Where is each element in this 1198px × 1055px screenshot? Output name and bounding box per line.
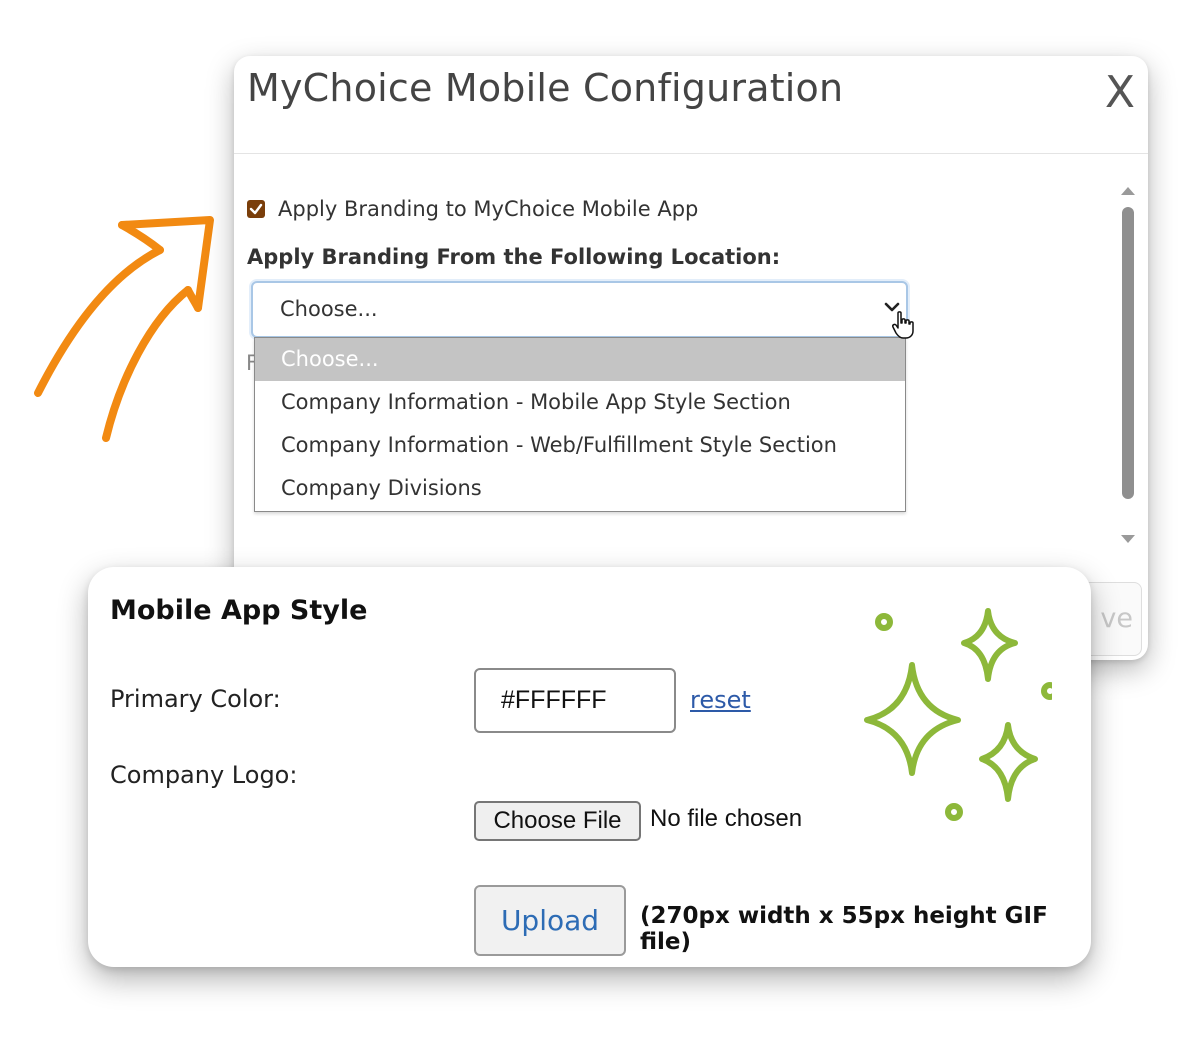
file-status: No file chosen — [650, 805, 803, 832]
scroll-up-icon[interactable] — [1121, 187, 1135, 195]
dropdown-option-divisions[interactable]: Company Divisions — [255, 467, 905, 510]
dropdown-option-web-style[interactable]: Company Information - Web/Fulfillment St… — [255, 424, 905, 467]
location-label: Apply Branding From the Following Locati… — [247, 245, 781, 269]
apply-branding-label: Apply Branding to MyChoice Mobile App — [278, 197, 699, 221]
reset-link[interactable]: reset — [690, 686, 751, 714]
modal-divider — [234, 153, 1148, 154]
check-icon — [249, 203, 263, 215]
scroll-down-icon[interactable] — [1121, 535, 1135, 543]
company-logo-label: Company Logo: — [110, 761, 298, 789]
choose-file-button[interactable]: Choose File — [474, 801, 641, 841]
apply-branding-checkbox[interactable] — [247, 200, 265, 218]
hand-cursor-icon — [892, 311, 914, 339]
dropdown-option-choose[interactable]: Choose... — [255, 338, 905, 381]
location-dropdown: Choose... Company Information - Mobile A… — [254, 337, 906, 512]
modal-scrollbar[interactable] — [1119, 183, 1137, 543]
card-title: Mobile App Style — [110, 595, 368, 626]
primary-color-label: Primary Color: — [110, 685, 281, 713]
upload-note: (270px width x 55px height GIF file) — [640, 903, 1048, 955]
close-button[interactable]: X — [1100, 70, 1140, 116]
sparkles-icon — [864, 608, 1052, 821]
location-select[interactable]: Choose... — [251, 281, 908, 338]
dropdown-option-mobile-style[interactable]: Company Information - Mobile App Style S… — [255, 381, 905, 424]
primary-color-input[interactable]: #FFFFFF — [474, 668, 676, 733]
scrollbar-thumb[interactable] — [1122, 207, 1134, 499]
arrow-doodle-icon — [34, 216, 214, 442]
save-button-label: ve — [1100, 603, 1133, 634]
upload-button[interactable]: Upload — [474, 885, 626, 956]
apply-branding-row[interactable]: Apply Branding to MyChoice Mobile App — [247, 197, 698, 221]
location-select-value: Choose... — [280, 297, 378, 321]
modal-title: MyChoice Mobile Configuration — [247, 66, 844, 110]
